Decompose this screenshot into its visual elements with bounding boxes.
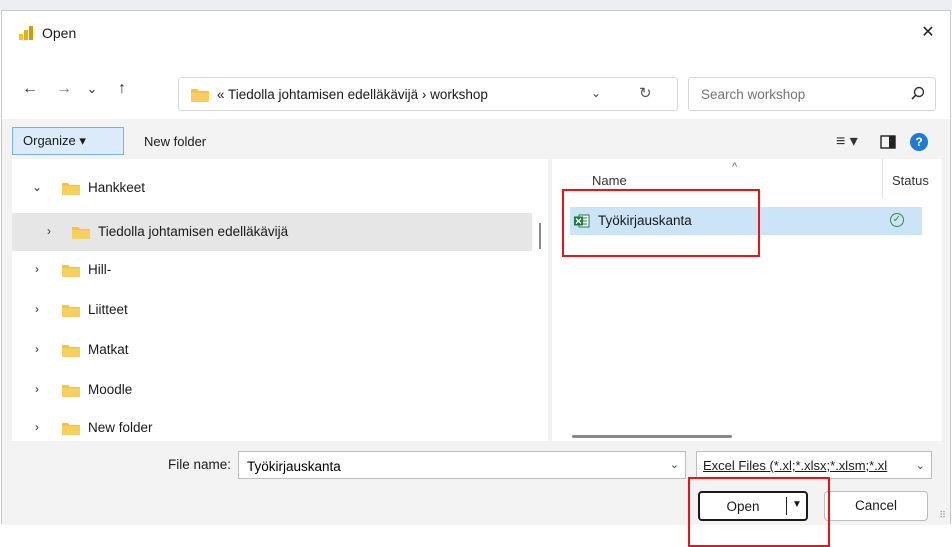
tree-item-label: Liitteet [88, 302, 128, 317]
synced-status-icon: ✓ [890, 213, 904, 227]
column-header-name[interactable]: Name [592, 173, 627, 188]
up-folder-icon[interactable]: ↑ [110, 77, 134, 101]
forward-icon[interactable]: → [52, 77, 76, 101]
file-name-label: File name: [168, 457, 232, 472]
chevron-down-icon[interactable]: ⌄ [30, 180, 44, 194]
search-icon[interactable] [911, 86, 925, 100]
tree-item-moodle[interactable]: › Moodle [12, 371, 532, 409]
column-header-status[interactable]: Status [892, 173, 929, 188]
tree-item-matkat[interactable]: › Matkat [12, 331, 532, 369]
tree-item-label: New folder [88, 420, 153, 435]
file-name-input[interactable] [245, 457, 645, 475]
folder-icon [62, 385, 80, 397]
navigation-bar: ← → ⌄ ↑ « Tiedolla johtamisen edelläkävi… [2, 55, 950, 119]
help-icon[interactable]: ? [910, 133, 928, 151]
chevron-down-icon[interactable]: ⌄ [670, 458, 679, 471]
refresh-icon[interactable]: ↻ [639, 84, 652, 102]
organize-button[interactable]: Organize ▾ [12, 127, 124, 155]
highlight-box-open [688, 477, 830, 547]
folder-icon [62, 345, 80, 357]
folder-icon [62, 305, 80, 317]
folder-icon [62, 423, 80, 435]
file-name-field[interactable]: ⌄ [238, 451, 686, 479]
tree-item-hankkeet[interactable]: ⌄ Hankkeet [12, 169, 532, 207]
close-button[interactable]: ✕ [914, 19, 942, 47]
sort-ascending-icon: ^ [732, 161, 738, 173]
folder-icon [191, 89, 209, 102]
address-dropdown-icon[interactable]: ⌄ [591, 86, 601, 100]
search-box[interactable] [688, 77, 936, 111]
tree-item-liitteet[interactable]: › Liitteet [12, 291, 532, 329]
window-title: Open [42, 25, 77, 41]
tree-item-tiedolla-johtamisen[interactable]: › Tiedolla johtamisen edelläkävijä [12, 213, 532, 251]
navigation-pane: ⌄ Hankkeet › Tiedolla johtamisen edelläk… [12, 159, 548, 441]
pane-splitter[interactable] [539, 223, 541, 249]
chevron-down-icon[interactable]: ⌄ [913, 459, 925, 472]
chevron-right-icon[interactable]: › [42, 224, 56, 238]
chevron-right-icon[interactable]: › [30, 342, 44, 356]
breadcrumb[interactable]: « Tiedolla johtamisen edelläkävijä › wor… [217, 87, 488, 102]
chevron-right-icon[interactable]: › [30, 302, 44, 316]
file-type-label: Excel Files (*.xl;*.xlsx;*.xlsm;*.xl [703, 458, 888, 473]
tree-item-label: Moodle [88, 382, 133, 397]
folder-icon [62, 265, 80, 277]
back-icon[interactable]: ← [18, 77, 42, 101]
tree-item-label: Hill- [88, 262, 112, 277]
cancel-button[interactable]: Cancel [824, 491, 928, 521]
resize-grip-icon[interactable]: ⠿ [939, 510, 946, 521]
window-top-strip [0, 0, 952, 10]
recent-locations-icon[interactable]: ⌄ [80, 77, 104, 101]
title-bar: Open ✕ [2, 11, 950, 55]
file-type-select[interactable]: Excel Files (*.xl;*.xlsx;*.xlsm;*.xl ⌄ [696, 451, 932, 479]
search-input[interactable] [699, 85, 899, 103]
power-bi-icon [19, 26, 33, 40]
column-divider[interactable] [882, 159, 883, 199]
view-options-icon[interactable]: ≡ ▾ [836, 131, 858, 151]
tree-item-label: Tiedolla johtamisen edelläkävijä [98, 224, 289, 239]
open-dialog: Open ✕ ← → ⌄ ↑ « Tiedolla johtamisen ede… [1, 10, 951, 547]
chevron-right-icon[interactable]: › [30, 382, 44, 396]
tree-item-label: Matkat [88, 342, 129, 357]
horizontal-scrollbar[interactable] [572, 435, 732, 438]
command-toolbar: Organize ▾ New folder ≡ ▾ ? [2, 123, 950, 163]
tree-item-label: Hankkeet [88, 180, 146, 195]
folder-icon [62, 183, 80, 195]
new-folder-button[interactable]: New folder [144, 134, 206, 149]
highlight-box-file [562, 189, 760, 257]
tree-item-hill[interactable]: › Hill- [12, 251, 532, 289]
folder-icon [72, 227, 90, 239]
tree-item-new-folder[interactable]: › New folder [12, 409, 532, 441]
chevron-right-icon[interactable]: › [30, 262, 44, 276]
preview-pane-icon[interactable] [880, 135, 896, 149]
chevron-right-icon[interactable]: › [30, 420, 44, 434]
address-bar[interactable]: « Tiedolla johtamisen edelläkävijä › wor… [178, 77, 678, 111]
